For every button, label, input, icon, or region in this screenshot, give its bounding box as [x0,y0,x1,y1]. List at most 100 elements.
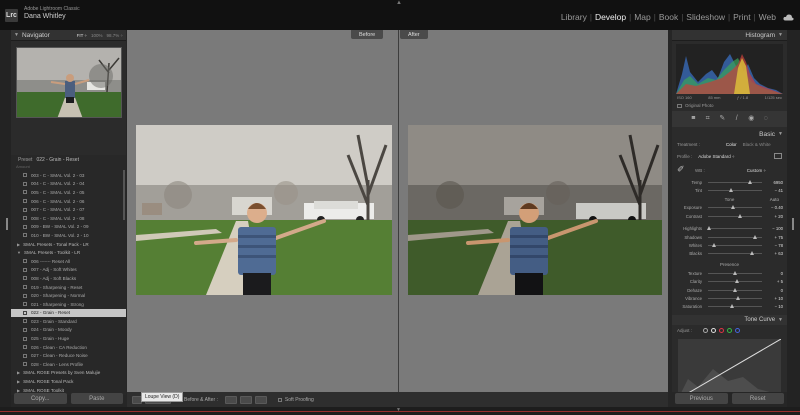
blue-channel-icon[interactable] [735,328,741,334]
histogram-graph[interactable] [676,44,783,94]
slider-value[interactable]: + 5 [766,279,783,284]
paste-button[interactable]: Paste [70,393,123,404]
preset-search[interactable]: Preset 022 - Grain - Reset [11,155,126,164]
slider-value[interactable]: − 0.40 [766,205,783,210]
slider-value[interactable]: − 10 [766,304,783,309]
slider-thumb[interactable] [733,287,737,292]
slider-track[interactable] [708,243,762,248]
module-library[interactable]: Library [558,12,590,22]
slider-value[interactable]: 0 [766,271,783,276]
basic-header[interactable]: Basic ▼ [672,129,787,139]
slider-track[interactable] [708,251,762,256]
slider-thumb[interactable] [728,188,733,193]
reset-button[interactable]: Reset [731,393,784,404]
slider-thumb[interactable] [748,179,753,184]
masking-icon[interactable]: ◌ [762,115,770,123]
module-print[interactable]: Print [730,12,753,22]
soft-proofing-checkbox[interactable] [277,397,282,402]
slider-thumb[interactable] [712,243,717,248]
left-panel-toggle[interactable] [6,218,8,230]
before-photo[interactable] [136,125,392,295]
preset-item[interactable]: 006 ------- Reset All [11,257,126,266]
slider-thumb[interactable] [738,213,743,218]
slider-track[interactable] [708,295,762,300]
slider-value[interactable]: 6950 [766,180,783,185]
treatment-bw[interactable]: Black & White [743,142,771,147]
profile-browser-icon[interactable] [774,153,782,159]
left-scrollbar[interactable] [123,170,125,220]
preset-item[interactable]: 025 - Grain - Huge [11,334,126,343]
previous-button[interactable]: Previous [675,393,728,404]
copy-before-to-after-button[interactable] [224,395,237,404]
slider-track[interactable] [708,304,762,309]
slider-value[interactable]: − 100 [766,226,783,231]
wb-select[interactable]: Custom ÷ [747,168,766,173]
navigator-preview[interactable] [15,47,122,118]
slider-track[interactable] [708,234,762,239]
preset-item[interactable]: 019 - Sharpening - Reset [11,283,126,292]
preset-item[interactable]: 026 - Clean - CA Reduction [11,343,126,352]
preset-item[interactable]: 008 - Adj - Soft Blacks [11,274,126,283]
profile-select[interactable]: Adobe Standard ÷ [698,154,734,159]
module-web[interactable]: Web [756,12,779,22]
slider-track[interactable] [708,205,762,210]
module-slideshow[interactable]: Slideshow [683,12,728,22]
preset-item[interactable]: 008 - C - SMAL Vol. 2 - 08 [11,214,126,223]
slider-thumb[interactable] [730,205,735,210]
preset-item[interactable]: 024 - Grain - Moody [11,326,126,335]
preset-item[interactable]: 005 - C - SMAL Vol. 2 - 05 [11,188,126,197]
module-develop[interactable]: Develop [592,12,629,22]
slider-value[interactable]: 0 [766,288,783,293]
red-eye-icon[interactable]: ◉ [747,115,755,123]
module-book[interactable]: Book [656,12,681,22]
eyedropper-icon[interactable]: ✐ [677,164,687,176]
preset-item[interactable]: 007 - Adj - Soft Whites [11,266,126,275]
histogram-header[interactable]: Histogram ▼ [672,30,787,41]
slider-track[interactable] [708,279,762,284]
crop-icon[interactable]: ⌗ [704,115,712,123]
module-map[interactable]: Map [631,12,654,22]
preset-item[interactable]: 028 - Clean - Lens Profile [11,360,126,369]
preset-item[interactable]: 023 - Grain - Standard [11,317,126,326]
preset-item[interactable]: 010 - BW - SMAL Vol. 2 - 10 [11,231,126,240]
slider-thumb[interactable] [735,295,740,300]
preset-group[interactable]: ▶ SMAL ROSE Presets by Sven Malujie [11,369,126,378]
zoom-100[interactable]: 100% [91,33,103,38]
sliders-icon[interactable]: ≡ [689,115,697,123]
zoom-custom[interactable]: 98.7% ÷ [107,33,123,38]
swap-before-after-button[interactable] [254,395,267,404]
preset-item[interactable]: 009 - BW - SMAL Vol. 2 - 09 [11,223,126,232]
slider-value[interactable]: + 10 [766,296,783,301]
green-channel-icon[interactable] [727,328,733,334]
navigator-header[interactable]: ▼ Navigator FIT ÷ 100% 98.7% ÷ [11,30,126,41]
copy-button[interactable]: Copy... [14,393,67,404]
slider-track[interactable] [707,226,762,231]
slider-track[interactable] [708,270,762,275]
after-photo[interactable] [408,125,662,295]
red-channel-icon[interactable] [719,328,725,334]
preset-item[interactable]: 021 - Sharpening - Strong [11,300,126,309]
slider-thumb[interactable] [752,234,757,239]
slider-value[interactable]: − 41 [766,188,783,193]
slider-track[interactable] [708,179,762,184]
slider-thumb[interactable] [733,270,737,275]
right-panel-edge[interactable] [787,30,800,415]
copy-after-to-before-button[interactable] [239,395,252,404]
preset-item[interactable]: 027 - Clean - Reduce Noise [11,351,126,360]
slider-value[interactable]: + 63 [766,251,783,256]
slider-track[interactable] [708,213,762,218]
slider-thumb[interactable] [707,226,712,231]
parametric-curve-icon[interactable] [703,328,709,334]
healing-icon[interactable]: ✎ [718,115,726,123]
zoom-fit[interactable]: FIT ÷ [77,33,87,38]
slider-value[interactable]: + 20 [766,214,783,219]
brush-icon[interactable]: / [733,115,741,123]
slider-thumb[interactable] [749,251,754,256]
preset-item[interactable]: 006 - C - SMAL Vol. 2 - 06 [11,197,126,206]
preset-item[interactable]: 007 - C - SMAL Vol. 2 - 07 [11,205,126,214]
left-panel-edge[interactable] [0,30,11,415]
preset-group[interactable]: ▶ SMAL Presets - Tonal Pack - LR [11,240,126,249]
slider-thumb[interactable] [734,279,739,284]
expand-filmstrip-icon[interactable]: ▼ [396,407,401,413]
auto-tone-button[interactable]: Auto [770,197,779,202]
